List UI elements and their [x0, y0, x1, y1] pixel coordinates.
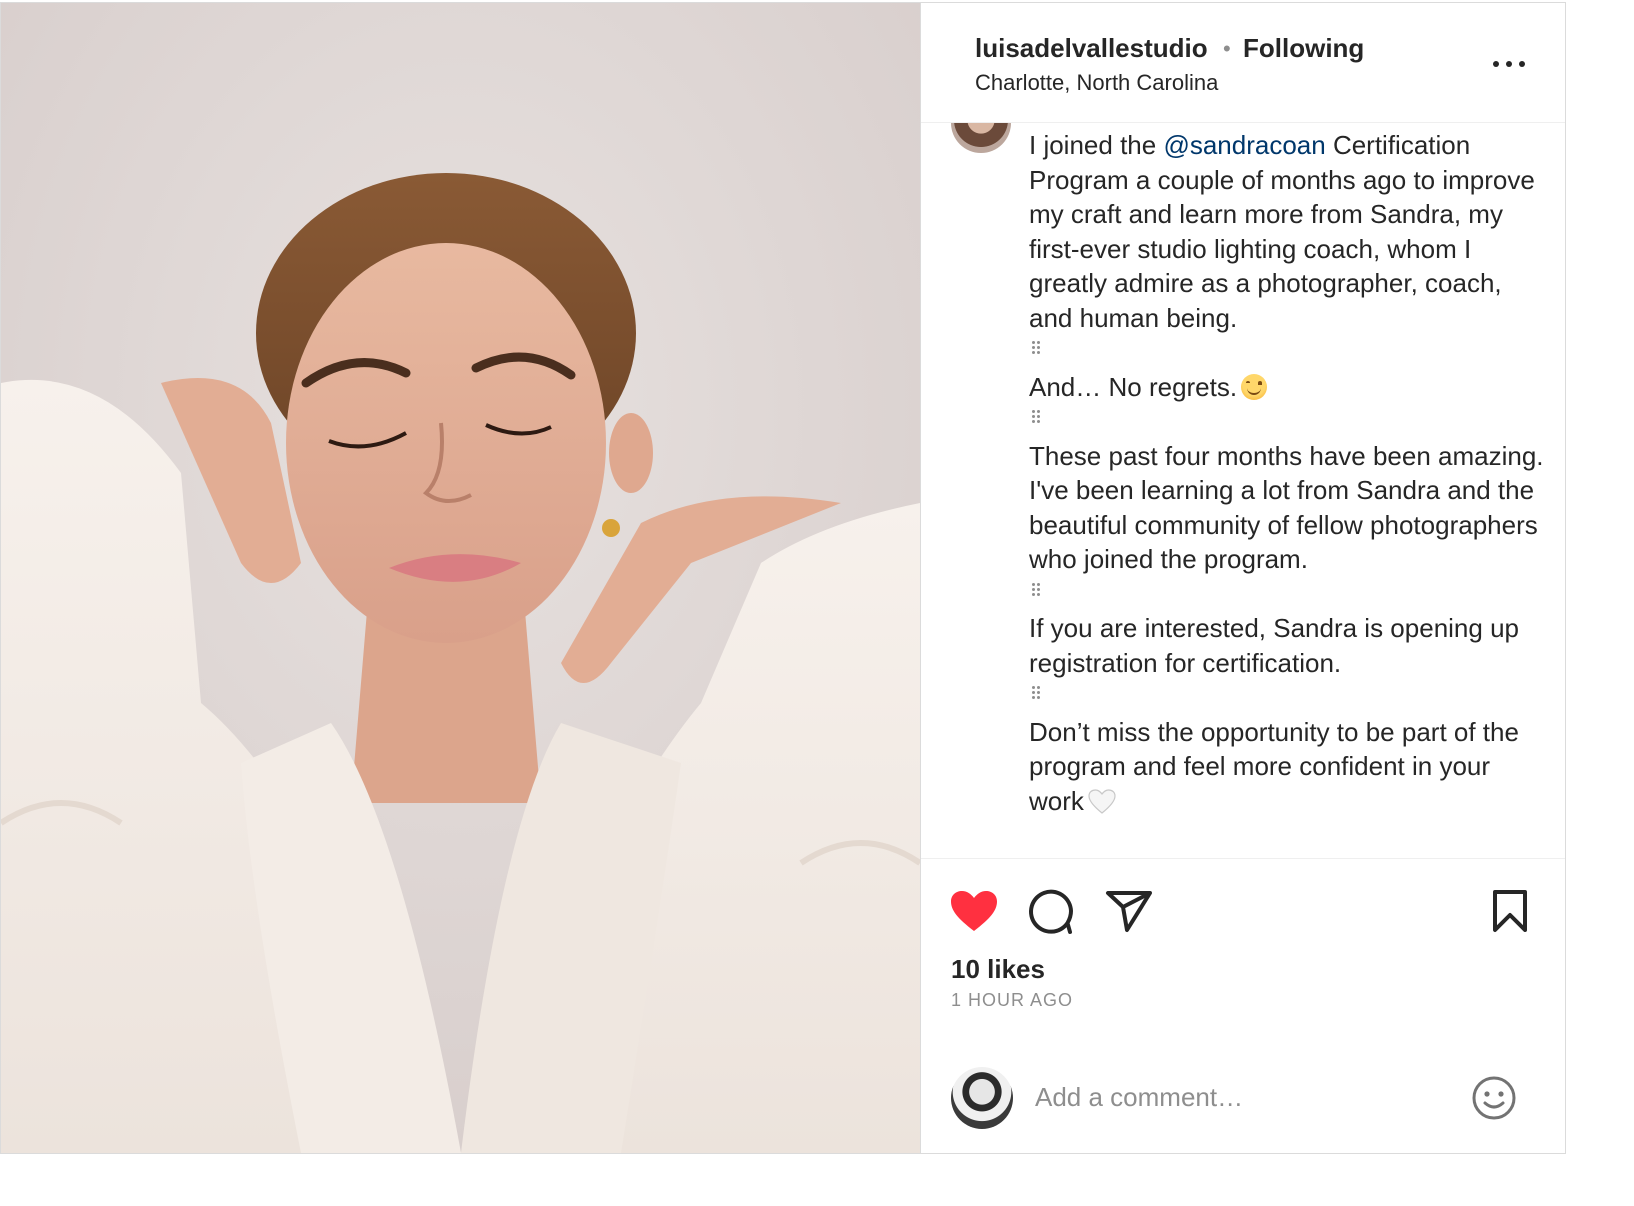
post-actions: 10 likes 1 HOUR AGO	[921, 859, 1565, 1039]
paragraph-separator-dots	[1029, 404, 1043, 439]
header-separator: •	[1223, 36, 1231, 61]
likes-count[interactable]: 10 likes	[951, 954, 1045, 985]
caption-text: I joined the @sandracoan Certification P…	[1029, 128, 1549, 818]
caption-paragraph: Don’t miss the opportunity to be part of…	[1029, 716, 1527, 816]
white-heart-emoji-icon	[1088, 788, 1116, 814]
post-photo[interactable]	[1, 3, 920, 1153]
post-details-panel: luisadelvallestudio • Following Charlott…	[921, 3, 1565, 1153]
post-card: luisadelvallestudio • Following Charlott…	[0, 2, 1566, 1154]
comment-bar	[921, 1039, 1565, 1153]
share-paper-plane-icon[interactable]	[1105, 889, 1153, 933]
emoji-picker-icon[interactable]	[1471, 1075, 1517, 1121]
caption-paragraph: I joined the @sandracoan Certification P…	[1029, 130, 1543, 333]
mention-link[interactable]: @sandracoan	[1163, 130, 1325, 160]
caption-paragraph: If you are interested, Sandra is opening…	[1029, 613, 1527, 678]
portrait-image	[1, 3, 920, 1153]
comment-bubble-icon[interactable]	[1027, 887, 1075, 935]
following-button[interactable]: Following	[1243, 33, 1364, 64]
caption-paragraph: These past four months have been amazing…	[1029, 440, 1551, 575]
post-timestamp: 1 HOUR AGO	[951, 990, 1074, 1010]
username-link[interactable]: luisadelvallestudio	[975, 33, 1208, 64]
paragraph-separator-dots	[1029, 577, 1043, 612]
paragraph-separator-dots	[1029, 335, 1043, 370]
current-user-avatar	[951, 1067, 1013, 1129]
more-options-icon[interactable]	[1493, 61, 1525, 69]
caption-scroll-area[interactable]: I joined the @sandracoan Certification P…	[921, 123, 1565, 859]
author-avatar[interactable]	[951, 123, 1011, 153]
post-header: luisadelvallestudio • Following Charlott…	[921, 3, 1565, 123]
like-heart-icon[interactable]	[949, 889, 999, 933]
save-bookmark-icon[interactable]	[1491, 889, 1529, 933]
location-link[interactable]: Charlotte, North Carolina	[975, 70, 1218, 96]
paragraph-separator-dots	[1029, 680, 1043, 715]
caption-paragraph: And… No regrets.	[1029, 370, 1549, 405]
smiling-face-emoji-icon	[1241, 373, 1268, 400]
comment-input[interactable]	[1035, 1077, 1455, 1117]
